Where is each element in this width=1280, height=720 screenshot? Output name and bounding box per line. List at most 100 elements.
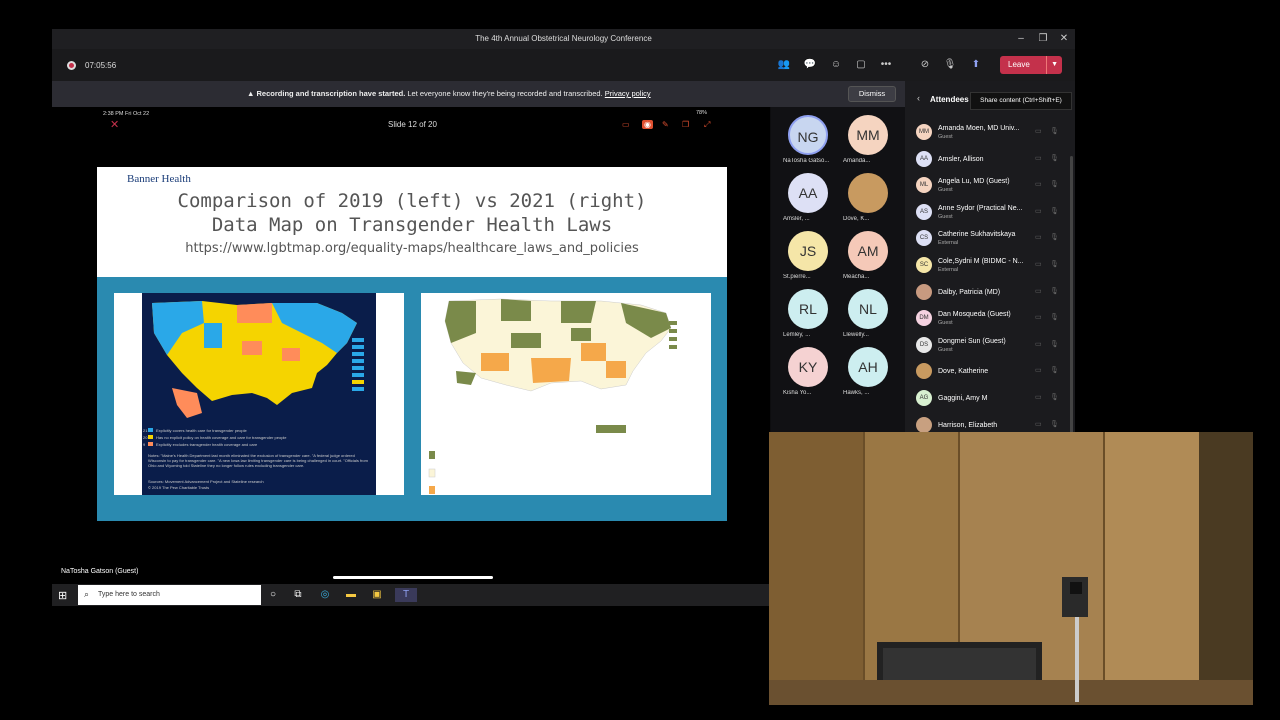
edge-icon[interactable]: ◎ (318, 588, 332, 602)
store-icon[interactable]: ▣ (370, 588, 384, 602)
attendee-name: Anne Sydor (Practical Ne... (938, 204, 1023, 212)
attendee-name: Dan Mosqueda (Guest) (938, 311, 1011, 319)
slide-title-line1: Comparison of 2019 (left) vs 2021 (right… (177, 190, 647, 212)
banner-health-logo: Banner Health (127, 173, 191, 185)
attendees-panel: ‹ Attendees Share content (Ctrl+Shift+E)… (905, 81, 1075, 441)
camera-off-icon: ▭ (1035, 207, 1042, 215)
attendee-row[interactable]: DM Dan Mosqueda (Guest) Guest ▭ 🎙 (913, 307, 1065, 333)
legend-item-3: Explicitly excludes transgender health c… (156, 442, 258, 447)
windows-start-icon[interactable]: ⊞ (58, 589, 67, 602)
map-2019: 21 20 9 Explicitly covers health care fo… (114, 293, 404, 495)
video-tile[interactable]: AH Hawks, ... (843, 343, 903, 401)
attendee-row[interactable]: AS Anne Sydor (Practical Ne... Guest ▭ 🎙 (913, 201, 1065, 227)
video-tile[interactable]: JS St.pierre... (783, 227, 843, 285)
tile-name: Meacha... (843, 274, 870, 280)
title-bar: The 4th Annual Obstetrical Neurology Con… (52, 29, 1075, 49)
leave-button[interactable]: Leave ▼ (1000, 56, 1062, 74)
attendee-name: Amsler, Allison (938, 155, 984, 163)
attendee-name: Dongmei Sun (Guest) (938, 337, 1006, 345)
participants-icon[interactable]: 👥 (777, 58, 791, 72)
video-gallery: NG NaTosha Gatso... MM Amanda... AA Amsler, .… (771, 107, 905, 432)
mic-off-icon[interactable]: 🎙 (943, 58, 957, 72)
tile-name: St.pierre... (783, 274, 811, 280)
chevron-down-icon[interactable]: ▼ (1046, 56, 1058, 74)
attendee-avatar (916, 283, 932, 300)
attendee-row[interactable]: DS Dongmei Sun (Guest) Guest ▭ 🎙 (913, 334, 1065, 360)
share-content-icon[interactable]: ⬆ (969, 58, 983, 72)
attendee-avatar: MM (916, 124, 932, 140)
recording-icon (67, 61, 76, 70)
attendee-row[interactable]: AA Amsler, Allison ▭ 🎙 (913, 148, 1065, 174)
map-2021 (421, 293, 711, 495)
legend-count-2: 20 (143, 435, 148, 440)
camera-off-icon: ▭ (1035, 367, 1042, 375)
attendee-row[interactable]: CS Catherine Sukhavitskaya External ▭ 🎙 (913, 227, 1065, 253)
copy-icon: ❐ (682, 120, 690, 129)
task-view-icon[interactable]: ⧉ (291, 588, 305, 602)
file-explorer-icon[interactable]: ▬ (344, 588, 358, 602)
legend-count-3: 9 (143, 442, 146, 447)
reactions-icon[interactable]: ☺ (829, 58, 843, 72)
map-copyright: © 2019 The Pew Charitable Trusts (148, 485, 210, 490)
attendee-row[interactable]: Dalby, Patricia (MD) ▭ 🎙 (913, 281, 1065, 307)
avatar: KY (788, 347, 828, 387)
attendee-row[interactable]: Dove, Katherine ▭ 🎙 (913, 360, 1065, 386)
cortana-icon[interactable]: ○ (266, 588, 280, 602)
privacy-policy-link[interactable]: Privacy policy (605, 89, 651, 98)
attendee-name: Angela Lu, MD (Guest) (938, 178, 1010, 186)
mic-off-icon: 🎙 (1050, 234, 1059, 242)
tile-name: Amsler, ... (783, 216, 810, 222)
presentation-slide: Banner Health Comparison of 2019 (left) … (97, 167, 727, 521)
chevron-left-icon[interactable]: ‹ (917, 93, 920, 103)
rooms-icon[interactable]: ▢ (854, 58, 868, 72)
attendee-role: Guest (938, 134, 953, 140)
attendee-avatar: DS (916, 336, 932, 353)
more-icon[interactable]: ••• (879, 58, 893, 72)
camera-off-icon[interactable]: ⊘ (918, 58, 932, 72)
attendee-avatar: DM (916, 310, 932, 327)
presenter-name: NaTosha Gatson (Guest) (61, 568, 139, 575)
video-tile[interactable]: NL Llewelly... (843, 285, 903, 343)
attendee-role: Guest (938, 213, 953, 220)
close-icon[interactable]: ✕ (1057, 33, 1071, 45)
panel-scrollbar[interactable] (1070, 156, 1073, 441)
screen: The 4th Annual Obstetrical Neurology Con… (0, 0, 1280, 720)
video-tile[interactable]: MM Amanda... (843, 111, 903, 169)
camera-off-icon: ▭ (1035, 234, 1042, 242)
maximize-icon[interactable]: ❐ (1036, 33, 1050, 45)
slide-progress-bar (333, 576, 493, 579)
mic-off-icon: 🎙 (1050, 420, 1059, 428)
attendee-row[interactable]: SC Cole,Sydni M (BIDMC - N... External ▭ 🎙 (913, 254, 1065, 280)
video-tile[interactable]: AA Amsler, ... (783, 169, 843, 227)
recording-banner: ▲ Recording and transcription have start… (52, 81, 905, 107)
panel-title: Attendees (930, 95, 969, 104)
video-tile[interactable]: RL Lemley, ... (783, 285, 843, 343)
search-icon: ⌕ (84, 589, 90, 599)
attendee-role: Guest (938, 187, 953, 194)
minimize-icon[interactable]: – (1014, 33, 1028, 45)
video-tile[interactable]: NG NaTosha Gatso... (783, 111, 843, 169)
camera-off-icon: ▭ (1035, 154, 1042, 162)
attendee-role: External (938, 240, 959, 247)
tile-name: Hawks, ... (843, 390, 870, 396)
video-tile[interactable]: AM Meacha... (843, 227, 903, 285)
banner-message: ▲ Recording and transcription have start… (247, 89, 651, 98)
attendee-row[interactable]: AG Gaggini, Amy M ▭ 🎙 (913, 387, 1065, 413)
panel-header: ‹ Attendees Share content (Ctrl+Shift+E) (905, 89, 1075, 110)
teams-taskbar-icon[interactable]: T (395, 588, 417, 602)
video-tile[interactable]: KY Kisha Yo... (783, 343, 843, 401)
dismiss-button[interactable]: Dismiss (848, 86, 896, 102)
attendee-row[interactable]: ML Angela Lu, MD (Guest) Guest ▭ 🎙 (913, 174, 1065, 200)
taskbar-search[interactable]: ⌕ Type here to search (78, 585, 261, 605)
tile-name: Amanda... (843, 158, 871, 164)
attendee-role: External (938, 267, 959, 273)
mic-off-icon: 🎙 (1050, 154, 1059, 162)
avatar: AM (848, 231, 888, 271)
attendee-row[interactable]: MM Amanda Moen, MD Univ... Guest ▭ 🎙 (913, 121, 1065, 147)
video-tile[interactable]: Dove, K... (843, 169, 903, 227)
attendee-avatar: SC (916, 257, 932, 273)
chat-icon[interactable]: 💬 (803, 58, 817, 72)
attendee-avatar (916, 416, 932, 433)
attendee-name: Gaggini, Amy M (938, 395, 988, 402)
mic-off-icon: 🎙 (1050, 314, 1059, 322)
